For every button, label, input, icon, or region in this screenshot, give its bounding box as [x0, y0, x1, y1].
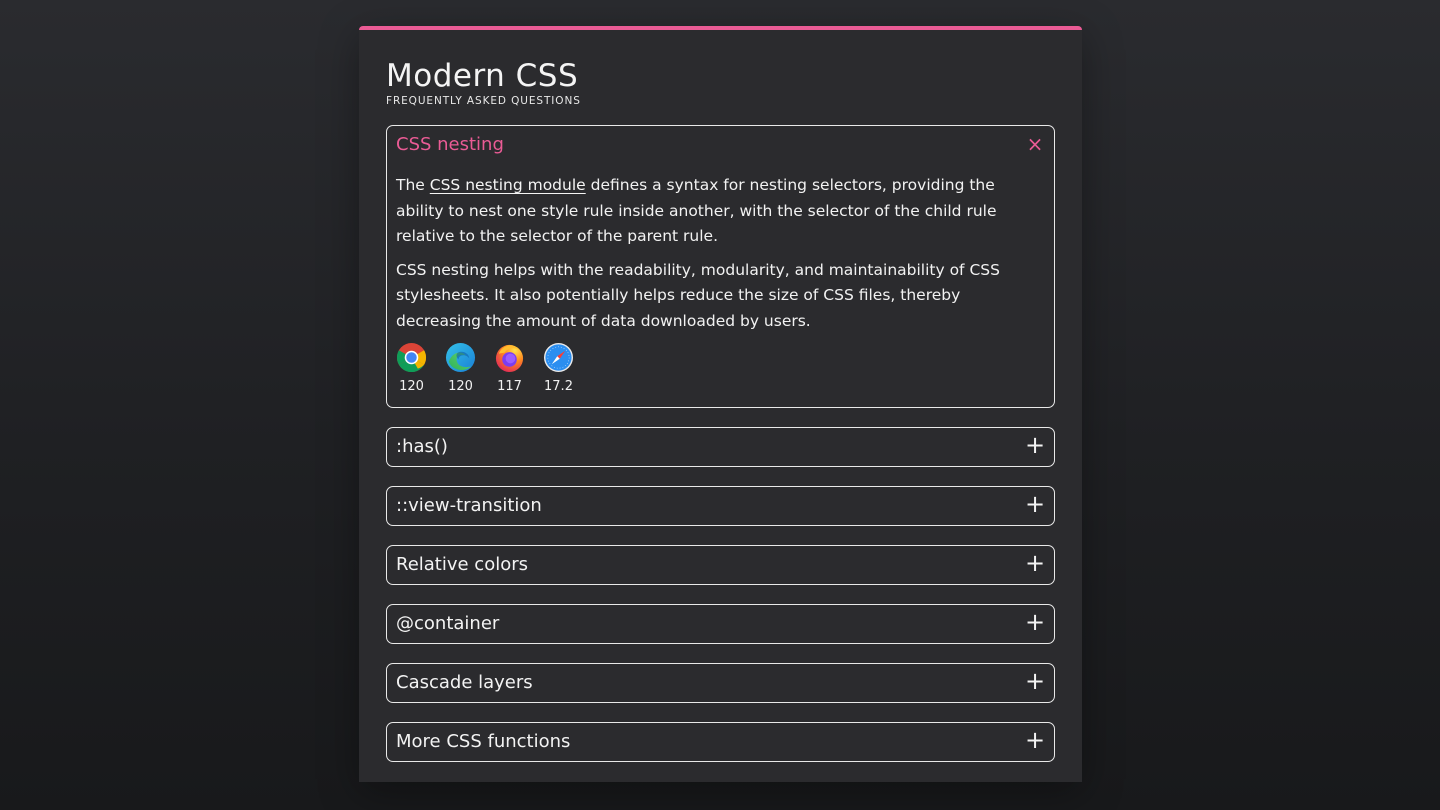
faq-item-more-css-functions[interactable]: More CSS functions +: [386, 722, 1055, 762]
faq-item-relative-colors[interactable]: Relative colors +: [386, 545, 1055, 585]
browser-version: 120: [448, 379, 473, 394]
faq-accordion: CSS nesting × The CSS nesting module def…: [386, 125, 1055, 781]
faq-item-header[interactable]: :has() +: [387, 428, 1054, 465]
faq-item-header[interactable]: @container +: [387, 605, 1054, 642]
plus-icon[interactable]: +: [1025, 433, 1045, 457]
safari-icon: [543, 342, 574, 373]
faq-item-title: :has(): [396, 436, 448, 457]
page-subtitle: FREQUENTLY ASKED QUESTIONS: [386, 95, 581, 107]
plus-icon[interactable]: +: [1025, 492, 1045, 516]
browser-support-firefox: 117: [494, 342, 525, 394]
faq-item-title: Cascade layers: [396, 672, 533, 693]
plus-icon[interactable]: +: [1025, 728, 1045, 752]
css-nesting-module-link[interactable]: CSS nesting module: [430, 176, 586, 194]
faq-item-title: ::view-transition: [396, 495, 542, 516]
browser-version: 120: [399, 379, 424, 394]
paragraph-text: The: [396, 176, 430, 194]
faq-item-view-transition[interactable]: ::view-transition +: [386, 486, 1055, 526]
plus-icon[interactable]: +: [1025, 610, 1045, 634]
faq-item-title: More CSS functions: [396, 731, 571, 752]
faq-item-title: @container: [396, 613, 500, 634]
faq-item-content: The CSS nesting module defines a syntax …: [396, 173, 1040, 342]
chrome-icon: [396, 342, 427, 373]
browser-support-safari: 17.2: [543, 342, 574, 394]
browser-version: 17.2: [544, 379, 573, 394]
faq-item-header[interactable]: CSS nesting ×: [387, 126, 1054, 163]
faq-item-has[interactable]: :has() +: [386, 427, 1055, 467]
faq-item-header[interactable]: ::view-transition +: [387, 487, 1054, 524]
faq-item-title: CSS nesting: [396, 134, 504, 155]
firefox-icon: [495, 344, 524, 373]
page-title: Modern CSS: [386, 58, 579, 94]
faq-item-header[interactable]: Cascade layers +: [387, 664, 1054, 701]
browser-support-chrome: 120: [396, 342, 427, 394]
browser-support-edge: 120: [445, 342, 476, 394]
plus-icon[interactable]: +: [1025, 551, 1045, 575]
faq-item-cascade-layers[interactable]: Cascade layers +: [386, 663, 1055, 703]
plus-icon[interactable]: +: [1025, 669, 1045, 693]
edge-icon: [445, 342, 476, 373]
faq-paragraph: CSS nesting helps with the readability, …: [396, 260, 1000, 330]
close-icon[interactable]: ×: [1025, 134, 1045, 154]
faq-item-title: Relative colors: [396, 554, 529, 575]
faq-card: Modern CSS FREQUENTLY ASKED QUESTIONS CS…: [359, 26, 1082, 782]
browser-version: 117: [497, 379, 522, 394]
browser-support-list: 120 120 117 17.2: [396, 342, 574, 394]
faq-item-header[interactable]: More CSS functions +: [387, 723, 1054, 760]
faq-item-header[interactable]: Relative colors +: [387, 546, 1054, 583]
faq-item-css-nesting: CSS nesting × The CSS nesting module def…: [386, 125, 1055, 408]
faq-paragraph: The CSS nesting module defines a syntax …: [396, 173, 1040, 250]
faq-item-container[interactable]: @container +: [386, 604, 1055, 644]
